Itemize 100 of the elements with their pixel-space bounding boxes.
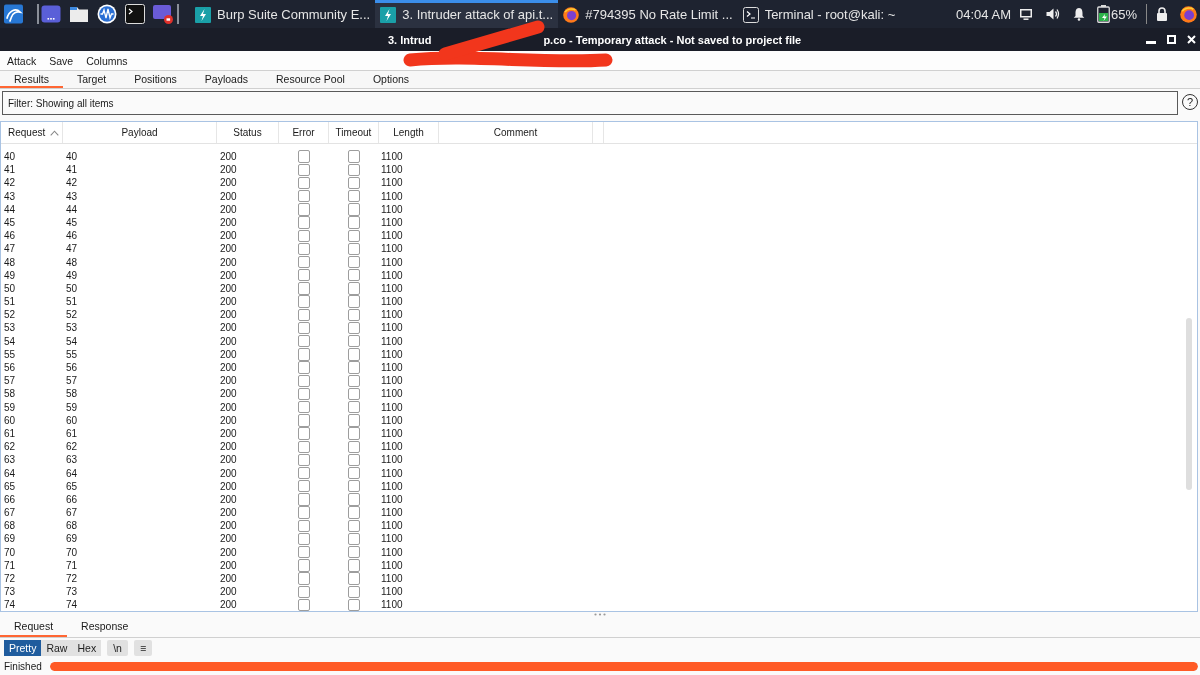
folder-icon[interactable] (69, 4, 89, 24)
checkbox[interactable] (348, 387, 360, 401)
maximize-button[interactable] (1165, 33, 1177, 46)
checkbox[interactable] (348, 466, 360, 480)
checkbox[interactable] (348, 269, 360, 282)
checkbox[interactable] (348, 150, 360, 163)
checkbox[interactable] (298, 466, 310, 480)
checkbox[interactable] (298, 216, 310, 229)
drag-handle-icon[interactable] (594, 613, 606, 616)
checkbox[interactable] (298, 387, 310, 401)
menu-item[interactable]: Attack (7, 54, 37, 67)
taskbar-task[interactable]: Terminal - root@kali: ~ (737, 0, 901, 28)
checkbox[interactable] (348, 453, 360, 467)
checkbox[interactable] (348, 282, 360, 295)
checkbox[interactable] (348, 295, 360, 308)
checkbox[interactable] (298, 150, 310, 163)
checkbox[interactable] (298, 493, 310, 506)
checkbox[interactable] (348, 176, 360, 190)
checkbox[interactable] (298, 176, 310, 190)
monitor-icon[interactable] (1019, 8, 1032, 20)
close-button[interactable] (1185, 33, 1197, 46)
checkbox[interactable] (348, 546, 360, 559)
checkbox[interactable] (298, 506, 310, 519)
checkbox[interactable] (348, 572, 360, 585)
checkbox[interactable] (348, 189, 360, 203)
checkbox[interactable] (348, 480, 360, 493)
menu-button[interactable]: ≡ (133, 640, 153, 656)
view-mode-button[interactable]: Pretty (4, 640, 42, 656)
checkbox[interactable] (298, 400, 310, 414)
view-mode-button[interactable]: Hex (72, 640, 102, 656)
bell-icon[interactable] (1072, 7, 1085, 21)
terminal-icon[interactable] (125, 4, 145, 24)
checkbox[interactable] (348, 414, 360, 427)
checkbox[interactable] (348, 242, 360, 256)
checkbox[interactable] (348, 361, 360, 374)
filter-bar[interactable]: Filter: Showing all items (2, 91, 1178, 115)
checkbox[interactable] (348, 229, 360, 242)
tab[interactable]: Options (358, 71, 424, 88)
checkbox[interactable] (298, 242, 310, 256)
round-logo-icon[interactable] (1180, 5, 1197, 23)
lock-icon[interactable] (1156, 7, 1168, 21)
app-menu-icon[interactable] (4, 4, 23, 24)
screen-camera-icon[interactable] (153, 4, 173, 24)
checkbox[interactable] (298, 559, 310, 572)
checkbox[interactable] (298, 374, 310, 387)
checkbox[interactable] (298, 361, 310, 374)
checkbox[interactable] (348, 308, 360, 322)
window-icon[interactable] (41, 4, 61, 24)
tab[interactable]: Resource Pool (262, 71, 359, 88)
checkbox[interactable] (298, 203, 310, 216)
checkbox[interactable] (298, 519, 310, 533)
checkbox[interactable] (348, 506, 360, 519)
taskbar-task[interactable]: Burp Suite Community E... (190, 0, 376, 28)
checkbox[interactable] (348, 559, 360, 572)
tab[interactable]: Positions (120, 71, 191, 88)
checkbox[interactable] (298, 229, 310, 242)
checkbox[interactable] (298, 163, 310, 176)
newline-toggle-button[interactable]: \n (107, 640, 128, 656)
checkbox[interactable] (348, 321, 360, 335)
checkbox[interactable] (348, 335, 360, 348)
checkbox[interactable] (348, 532, 360, 546)
battery-icon[interactable] (1096, 5, 1110, 23)
checkbox[interactable] (298, 598, 310, 612)
clock-text[interactable]: 04:04 AM (956, 6, 1011, 22)
waveform-icon[interactable] (97, 4, 117, 24)
checkbox[interactable] (348, 519, 360, 533)
taskbar-task[interactable]: #794395 No Rate Limit ... (558, 0, 738, 28)
checkbox[interactable] (298, 335, 310, 348)
checkbox[interactable] (298, 453, 310, 467)
checkbox[interactable] (298, 546, 310, 559)
tab[interactable]: Response (67, 620, 143, 637)
checkbox[interactable] (348, 493, 360, 506)
speaker-icon[interactable] (1045, 8, 1060, 20)
tab[interactable]: Results (0, 71, 63, 88)
checkbox[interactable] (298, 308, 310, 322)
checkbox[interactable] (348, 598, 360, 612)
checkbox[interactable] (298, 440, 310, 453)
checkbox[interactable] (298, 282, 310, 295)
checkbox[interactable] (298, 295, 310, 308)
checkbox[interactable] (348, 400, 360, 414)
checkbox[interactable] (348, 440, 360, 453)
checkbox[interactable] (298, 532, 310, 546)
checkbox[interactable] (298, 585, 310, 598)
battery-percent[interactable]: 65% (1110, 6, 1137, 22)
view-mode-button[interactable]: Raw (41, 640, 73, 656)
checkbox[interactable] (298, 427, 310, 440)
checkbox[interactable] (348, 255, 360, 269)
checkbox[interactable] (348, 348, 360, 361)
menu-item[interactable]: Save (49, 54, 74, 67)
checkbox[interactable] (298, 255, 310, 269)
tab[interactable]: Target (63, 71, 121, 88)
checkbox[interactable] (298, 572, 310, 585)
checkbox[interactable] (348, 163, 360, 176)
checkbox[interactable] (348, 203, 360, 216)
tab[interactable]: Payloads (190, 71, 262, 88)
checkbox[interactable] (298, 414, 310, 427)
checkbox[interactable] (348, 585, 360, 598)
checkbox[interactable] (298, 480, 310, 493)
checkbox[interactable] (348, 216, 360, 229)
checkbox[interactable] (348, 374, 360, 387)
